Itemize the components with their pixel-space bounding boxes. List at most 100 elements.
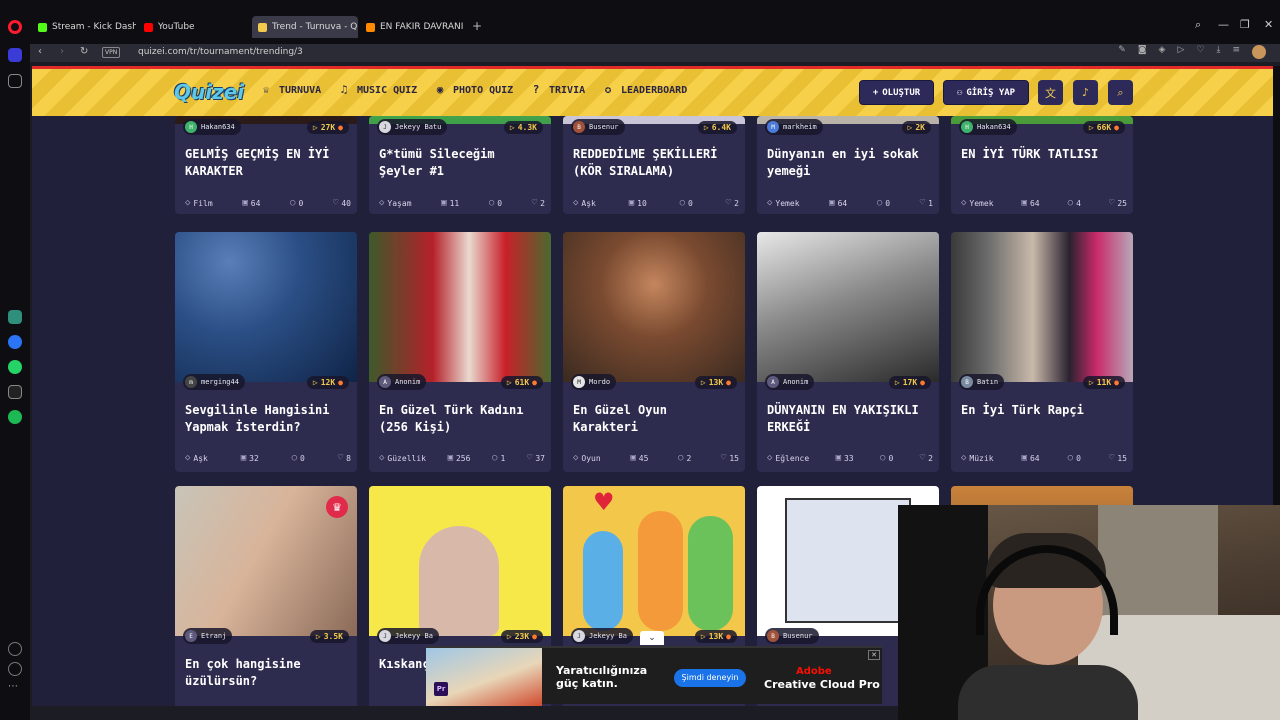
- author-chip[interactable]: M Mordo: [571, 374, 617, 390]
- quiz-card[interactable]: H Hakan634 ▷ 27K ● GELMİŞ GEÇMİŞ EN İYİ KAR…: [175, 116, 357, 214]
- star-icon[interactable]: [8, 74, 22, 88]
- tab-en-fakir[interactable]: EN FAKIR DAVRANIŞ - Tie: [360, 16, 464, 38]
- quiz-card[interactable]: M Mordo ▷ 13K ● En Güzel Oyun Karakteri ◇ Oy…: [563, 232, 745, 472]
- more-icon[interactable]: ⋯: [8, 682, 22, 696]
- ad-banner[interactable]: Pr Yaratıcılığınıza güç katın. Şimdi den…: [426, 646, 882, 706]
- likes-stat[interactable]: ♡ 15: [1109, 453, 1127, 463]
- close-icon[interactable]: ✕: [1264, 18, 1273, 31]
- quiz-title[interactable]: EN İYİ TÜRK TATLISI: [961, 146, 1127, 163]
- chatgpt-icon[interactable]: [8, 310, 22, 324]
- quizei-logo[interactable]: Quizei: [174, 80, 244, 104]
- nav-music-quiz[interactable]: ♫ MUSIC QUIZ: [337, 83, 418, 97]
- category-stat[interactable]: ◇ Yemek: [767, 198, 800, 208]
- quiz-card[interactable]: Mmarkheim ▷ 2K Dünyanın en iyi sokak yeme…: [757, 116, 939, 214]
- vpn-badge[interactable]: VPN: [102, 47, 121, 58]
- author-chip[interactable]: m merging44: [183, 374, 245, 390]
- nav-photo-quiz[interactable]: ◉ PHOTO QUIZ: [433, 83, 514, 97]
- quiz-card[interactable]: B Batın ▷ 11K ● En İyi Türk Rapçi ◇ Müzik ▣ 6…: [951, 232, 1133, 472]
- ad-collapse-chevron-icon[interactable]: ⌄: [640, 631, 664, 645]
- ad-close-icon[interactable]: ✕: [868, 650, 880, 660]
- menu-icon[interactable]: ≡: [1232, 45, 1240, 59]
- quiz-title[interactable]: En Güzel Oyun Karakteri: [573, 402, 739, 436]
- category-stat[interactable]: ◇ Aşk: [185, 453, 208, 463]
- quiz-title[interactable]: GELMİŞ GEÇMİŞ EN İYİ KARAKTER: [185, 146, 351, 180]
- quiz-title[interactable]: En çok hangisine üzülürsün?: [185, 656, 351, 690]
- author-chip[interactable]: J Jekeyy Ba: [377, 628, 439, 644]
- camera-icon[interactable]: ◙: [1138, 45, 1147, 59]
- category-stat[interactable]: ◇ Müzik: [961, 453, 994, 463]
- ad-cta-button[interactable]: Şimdi deneyin: [674, 669, 746, 687]
- bell-icon[interactable]: ♪: [1073, 80, 1098, 105]
- likes-stat[interactable]: ♡ 15: [721, 453, 739, 463]
- author-chip[interactable]: A Anonim: [765, 374, 815, 390]
- language-icon[interactable]: 文: [1038, 80, 1063, 105]
- category-stat[interactable]: ◇ Film: [185, 198, 213, 208]
- likes-stat[interactable]: ♡ 40: [333, 198, 351, 208]
- create-button[interactable]: + OLUŞTUR: [859, 80, 934, 105]
- history-icon[interactable]: [8, 662, 22, 676]
- category-stat[interactable]: ◇ Güzellik: [379, 453, 426, 463]
- maximize-icon[interactable]: ❐: [1240, 18, 1250, 31]
- likes-stat[interactable]: ♡ 2: [726, 198, 739, 208]
- quiz-title[interactable]: Dünyanın en iyi sokak yemeği: [767, 146, 933, 180]
- quiz-card[interactable]: A Anonim ▷ 17K ● DÜNYANIN EN YAKIŞIKLI ERKE…: [757, 232, 939, 472]
- tab-kick-dashboard[interactable]: Stream - Kick Dashboard: [32, 16, 136, 38]
- forward-icon[interactable]: ›: [60, 46, 64, 57]
- quiz-card[interactable]: H Hakan634 ▷ 66K ● EN İYİ TÜRK TATLISI ◇ Yem…: [951, 116, 1133, 214]
- url-field[interactable]: quizei.com/tr/tournament/trending/3: [138, 47, 303, 57]
- x-icon[interactable]: [8, 385, 22, 399]
- author-chip[interactable]: B Busenur: [571, 119, 625, 135]
- quiz-title[interactable]: En İyi Türk Rapçi: [961, 402, 1127, 419]
- bookmark-heart-icon[interactable]: ♡: [1196, 45, 1204, 59]
- author-chip[interactable]: H Hakan634: [183, 119, 241, 135]
- quiz-card[interactable]: B Busenur ▷ 6.4K REDDEDİLME ŞEKİLLERİ (KÖR…: [563, 116, 745, 214]
- author-chip[interactable]: J Jekeyy Ba: [571, 628, 633, 644]
- author-chip[interactable]: J Jekeyy Batu: [377, 119, 448, 135]
- category-stat[interactable]: ◇ Yaşam: [379, 198, 412, 208]
- new-tab-plus-icon[interactable]: +: [471, 20, 483, 32]
- likes-stat[interactable]: ♡ 1: [920, 198, 933, 208]
- nav-leaderboard[interactable]: ✪ LEADERBOARD: [601, 83, 688, 97]
- category-stat[interactable]: ◇ Aşk: [573, 198, 596, 208]
- author-chip[interactable]: E Etranj: [183, 628, 233, 644]
- quiz-title[interactable]: DÜNYANIN EN YAKIŞIKLI ERKEĞİ: [767, 402, 933, 436]
- quiz-title[interactable]: REDDEDİLME ŞEKİLLERİ (KÖR SIRALAMA): [573, 146, 739, 180]
- tab-youtube[interactable]: YouTube: [138, 16, 246, 38]
- back-icon[interactable]: ‹: [38, 46, 42, 57]
- reload-icon[interactable]: ↻: [80, 46, 88, 57]
- quiz-title[interactable]: Sevgilinle Hangisini Yapmak İsterdin?: [185, 402, 351, 436]
- heart-icon[interactable]: [8, 642, 22, 656]
- nav-turnuva[interactable]: ♕ TURNUVA: [259, 83, 321, 97]
- category-stat[interactable]: ◇ Yemek: [961, 198, 994, 208]
- home-icon[interactable]: [8, 48, 22, 62]
- author-chip[interactable]: Mmarkheim: [765, 119, 823, 135]
- tab-quizei-trending[interactable]: Trend - Turnuva - Quizei: [252, 16, 358, 38]
- edit-icon[interactable]: ✎: [1118, 45, 1126, 59]
- download-icon[interactable]: ⤓: [1216, 45, 1220, 59]
- nav-trivia[interactable]: ? TRIVIA: [529, 83, 585, 97]
- quiz-card[interactable]: J Jekeyy Batu ▷ 4.3K G*tümü Sileceğim Şeyl…: [369, 116, 551, 214]
- play-icon[interactable]: ▷: [1177, 45, 1184, 59]
- quiz-card[interactable]: ♛ E Etranj ▷ 3.5K En çok hangisine üzülürs…: [175, 486, 357, 706]
- quiz-title[interactable]: En Güzel Türk Kadını (256 Kişi): [379, 402, 545, 436]
- likes-stat[interactable]: ♡ 25: [1109, 198, 1127, 208]
- search-tabs-icon[interactable]: ⌕: [1195, 18, 1201, 32]
- whatsapp-icon[interactable]: [8, 360, 22, 374]
- author-chip[interactable]: A Anonim: [377, 374, 427, 390]
- author-chip[interactable]: B Batın: [959, 374, 1005, 390]
- category-stat[interactable]: ◇ Oyun: [573, 453, 601, 463]
- author-chip[interactable]: B Busenur: [765, 628, 819, 644]
- likes-stat[interactable]: ♡ 8: [338, 453, 351, 463]
- author-chip[interactable]: H Hakan634: [959, 119, 1017, 135]
- opera-logo-icon[interactable]: [8, 20, 22, 34]
- messenger-icon[interactable]: [8, 335, 22, 349]
- likes-stat[interactable]: ♡ 2: [920, 453, 933, 463]
- quiz-card[interactable]: A Anonim ▷ 61K ● En Güzel Türk Kadını (256 …: [369, 232, 551, 472]
- likes-stat[interactable]: ♡ 2: [532, 198, 545, 208]
- shield-icon[interactable]: ◈: [1159, 45, 1166, 59]
- category-stat[interactable]: ◇ Eğlence: [767, 453, 809, 463]
- search-icon[interactable]: ⌕: [1108, 80, 1133, 105]
- spotify-icon[interactable]: [8, 410, 22, 424]
- quiz-card[interactable]: m merging44 ▷ 12K ● Sevgilinle Hangisini Ya…: [175, 232, 357, 472]
- profile-avatar[interactable]: [1252, 45, 1266, 59]
